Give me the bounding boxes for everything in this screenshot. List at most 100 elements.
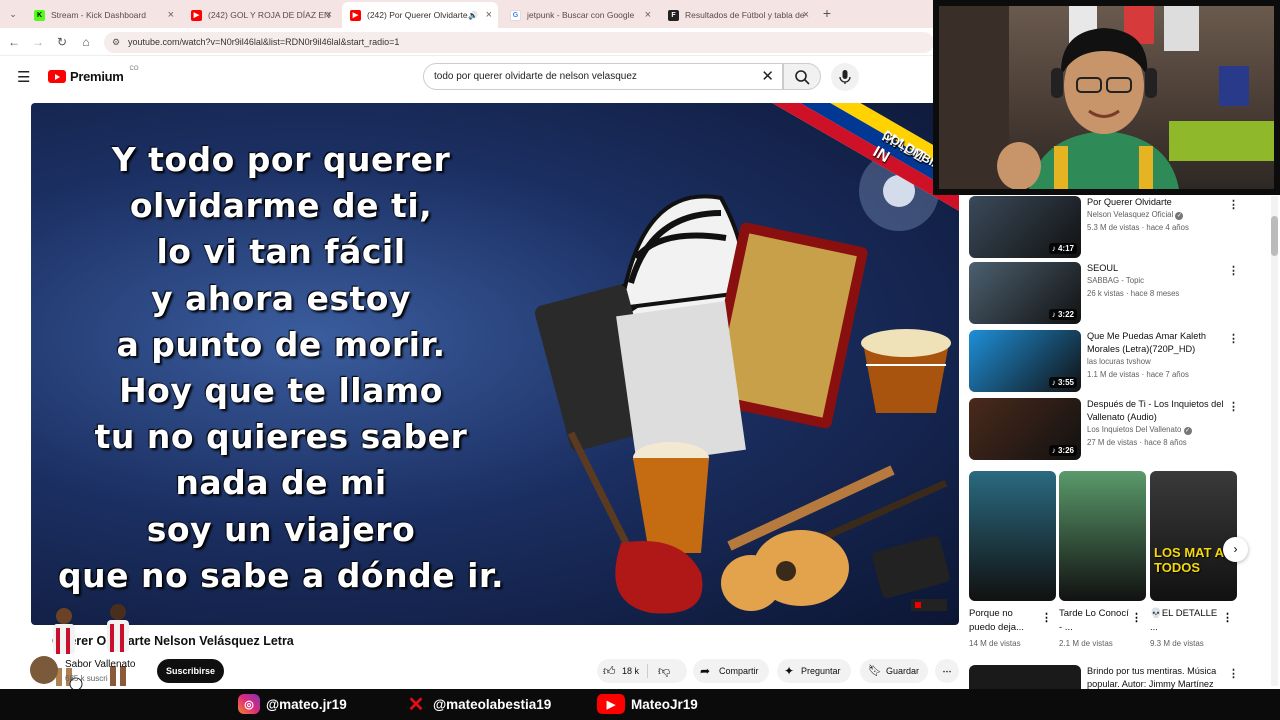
- recommendation-channel[interactable]: las locuras tvshow: [1087, 357, 1151, 366]
- tab-search-chevron-icon[interactable]: ⌄: [5, 6, 21, 22]
- tab-jetpunk-google[interactable]: G jetpunk - Buscar con Google ×: [502, 4, 657, 26]
- caja-drum-icon: [861, 329, 951, 413]
- address-bar-row: ← → ↻ ⌂ ⚙ youtube.com/watch?v=N0r9il46la…: [0, 28, 935, 56]
- hamburger-menu-icon[interactable]: ☰: [17, 68, 30, 86]
- search-value: todo por querer olvidarte de nelson vela…: [434, 71, 637, 82]
- more-options-icon[interactable]: ⋮: [1041, 611, 1052, 624]
- lyric-line: y ahora estoy: [151, 278, 411, 318]
- youtube-play-icon: [48, 70, 66, 83]
- short-item[interactable]: Tarde Lo Conocí - ... 2.1 M de vistas ⋮: [1059, 471, 1146, 648]
- close-icon[interactable]: ×: [803, 9, 809, 21]
- tab-por-querer-olvidarte[interactable]: ▶ (242) Por Querer Olvidarte 🔊 ×: [342, 2, 498, 28]
- scrollbar-thumb[interactable]: [1271, 216, 1278, 256]
- tab-title: (242) GOL Y ROJA DE DÍAZ EN: [208, 10, 331, 20]
- scrollbar[interactable]: [1271, 196, 1278, 686]
- verified-icon: ✓: [1175, 212, 1184, 220]
- lyric-line: Hoy que te llamo: [119, 371, 443, 411]
- site-info-icon[interactable]: ⚙: [112, 32, 120, 53]
- duration-badge: ♪ 4:17: [1048, 243, 1077, 254]
- search-button[interactable]: [783, 63, 821, 90]
- close-icon[interactable]: ×: [486, 9, 492, 21]
- logo-text: Premium: [70, 69, 124, 84]
- voice-search-button[interactable]: [831, 63, 859, 91]
- tab-resultados-futbol[interactable]: F Resultados de Fútbol y tabla de ×: [660, 4, 815, 26]
- more-options-icon[interactable]: ⋮: [1228, 332, 1239, 345]
- tab-kick-dashboard[interactable]: K Stream - Kick Dashboard ×: [26, 4, 180, 26]
- save-button[interactable]: 🔖︎ Guardar: [860, 659, 928, 683]
- video-thumbnail: [969, 665, 1081, 689]
- close-icon[interactable]: ×: [168, 9, 174, 21]
- home-icon[interactable]: ⌂: [78, 34, 94, 50]
- short-item[interactable]: LOS MAT A TODOS 💀EL DETALLE ... 9.3 M de v…: [1150, 471, 1237, 648]
- recommendation-meta: 26 k vistas · hace 8 meses: [1087, 289, 1180, 298]
- like-count[interactable]: 18 k: [622, 659, 639, 683]
- more-options-icon[interactable]: ⋮: [1228, 264, 1239, 277]
- short-thumbnail: [969, 471, 1056, 601]
- url-field[interactable]: ⚙ youtube.com/watch?v=N0r9il46lal&list=R…: [104, 32, 934, 53]
- lyric-line: nada de mi: [175, 463, 387, 503]
- youtube-header: ☰ Premium CO todo por querer olvidarte d…: [0, 56, 935, 100]
- more-options-icon[interactable]: ⋮: [1228, 667, 1239, 680]
- video-player[interactable]: MADE IN COLOMBIA Y todo por querer olvidar…: [31, 103, 959, 625]
- more-options-icon[interactable]: ⋮: [1228, 198, 1239, 211]
- shelf-next-arrow-icon[interactable]: ›: [1223, 537, 1248, 562]
- recommendation-channel[interactable]: Los Inquietos Del Vallenato ✓: [1087, 425, 1192, 435]
- clear-search-icon[interactable]: ✕: [761, 64, 774, 89]
- instagram-handle: ◎ @mateo.jr19: [238, 694, 347, 714]
- video-thumbnail: ♪ 3:26: [969, 398, 1081, 460]
- lyric-line: lo vi tan fácil: [156, 232, 406, 272]
- more-actions-button[interactable]: ⋯: [935, 659, 959, 683]
- thumbs-up-icon[interactable]: 👍︎: [603, 659, 616, 683]
- close-icon[interactable]: ×: [645, 9, 651, 21]
- channel-name[interactable]: Sabor Vallenato: [65, 659, 135, 670]
- video-thumbnail: ♪ 4:17: [969, 196, 1081, 258]
- back-icon[interactable]: ←: [6, 34, 22, 50]
- youtube-handle: ▶ MateoJr19: [597, 694, 698, 714]
- lyric-line: olvidarme de ti,: [129, 186, 433, 226]
- youtube-premium-logo[interactable]: Premium CO: [48, 66, 139, 84]
- lyrics-overlay: Y todo por querer olvidarme de ti, lo vi t…: [31, 137, 531, 599]
- more-options-icon[interactable]: ⋮: [1131, 611, 1142, 624]
- more-options-icon[interactable]: ⋮: [1228, 400, 1239, 413]
- youtube-text: MateoJr19: [631, 696, 698, 712]
- kick-icon: K: [34, 9, 45, 21]
- recommendation-channel[interactable]: SABBAG - Topic: [1087, 276, 1144, 285]
- share-button[interactable]: ➦ Compartir: [693, 659, 769, 683]
- recommendation-channel[interactable]: Nelson Velasquez Oficial ✓: [1087, 210, 1184, 220]
- instagram-icon: ◎: [238, 694, 260, 714]
- speaker-icon[interactable]: 🔊: [468, 11, 478, 20]
- streamer-video-image: [939, 6, 1274, 190]
- short-title: Porque no puedo deja...: [969, 608, 1024, 633]
- ask-button[interactable]: ✦ Preguntar: [777, 659, 851, 683]
- short-thumbnail: [1059, 471, 1146, 601]
- tab-title: Resultados de Fútbol y tabla de: [685, 10, 805, 20]
- save-label: Guardar: [886, 666, 920, 676]
- channel-avatar[interactable]: [30, 656, 58, 684]
- subscribe-button[interactable]: Suscribirse: [157, 659, 224, 683]
- lyric-line: a punto de morir.: [116, 324, 446, 364]
- short-item[interactable]: Porque no puedo deja... 14 M de vistas ⋮: [969, 471, 1056, 648]
- instagram-text: @mateo.jr19: [266, 696, 347, 712]
- tab-gol-y-roja[interactable]: ▶ (242) GOL Y ROJA DE DÍAZ EN ×: [183, 4, 338, 26]
- youtube-icon: ▶: [597, 694, 625, 714]
- more-icon: ⋯: [942, 666, 952, 676]
- reload-icon[interactable]: ↻: [54, 34, 70, 50]
- close-icon[interactable]: ×: [326, 9, 332, 21]
- x-logo-icon: ✕: [407, 693, 425, 716]
- recommendation-item[interactable]: ♪ 3:55 Que Me Puedas Amar Kaleth Morales …: [969, 330, 1264, 392]
- recommendation-title: Después de Ti - Los Inquietos del Vallen…: [1087, 399, 1224, 422]
- search-input[interactable]: todo por querer olvidarte de nelson vela…: [423, 63, 783, 90]
- new-tab-button[interactable]: +: [819, 5, 835, 21]
- like-dislike-group: 👍︎ 18 k 👎︎: [597, 659, 687, 683]
- recommendation-item[interactable]: ♪ 4:17 Por Querer Olvidarte Nelson Velasqu…: [969, 196, 1264, 258]
- more-options-icon[interactable]: ⋮: [1222, 611, 1233, 624]
- forward-icon[interactable]: →: [30, 34, 46, 50]
- recommendation-item[interactable]: Brindo por tus mentiras. Música popular.…: [969, 665, 1264, 689]
- duration-badge: ♪ 3:55: [1048, 377, 1077, 388]
- recommendation-item[interactable]: ♪ 3:22 SEOUL SABBAG - Topic 26 k vistas · h…: [969, 262, 1264, 324]
- webcam-feed: [939, 6, 1274, 190]
- google-icon: G: [510, 9, 521, 21]
- thumbs-down-icon[interactable]: 👎︎: [658, 659, 670, 683]
- recommendation-meta: 1.1 M de vistas · hace 7 años: [1087, 370, 1189, 379]
- recommendation-item[interactable]: ♪ 3:26 Después de Ti - Los Inquietos del …: [969, 398, 1264, 460]
